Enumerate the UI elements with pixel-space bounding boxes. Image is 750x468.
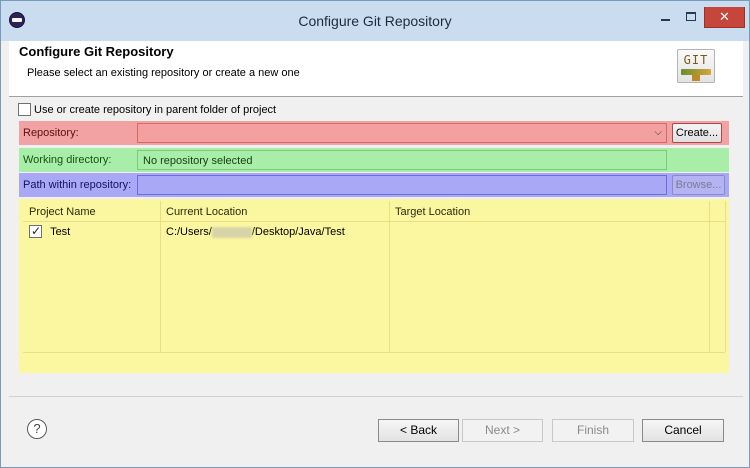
path-within-repository-input[interactable] [137,175,667,195]
project-checkbox[interactable] [29,224,42,238]
title-bar[interactable]: Configure Git Repository ✕ [1,1,749,41]
window-title: Configure Git Repository [298,13,452,29]
repository-label: Repository: [23,127,79,139]
path-within-repository-row: Path within repository: Browse... [19,173,729,197]
git-logo: GIT [677,49,715,83]
repository-combo[interactable]: ⌵ [137,123,667,143]
create-repository-button[interactable]: Create... [672,123,722,143]
back-button[interactable]: < Back [378,419,459,442]
parent-folder-option[interactable]: Use or create repository in parent folde… [18,103,276,116]
close-button[interactable]: ✕ [704,7,745,28]
current-location-cell: C:/Users/ /Desktop/Java/Test [166,226,345,238]
path-within-repository-label: Path within repository: [23,179,132,191]
column-divider [160,201,161,352]
working-directory-field: No repository selected [137,150,667,170]
finish-button[interactable]: Finish [552,419,634,442]
projects-table[interactable]: Project Name Current Location Target Loc… [19,199,729,373]
page-title: Configure Git Repository [19,44,174,59]
next-button[interactable]: Next > [462,419,543,442]
wizard-header: Configure Git Repository Please select a… [9,41,743,97]
parent-folder-label: Use or create repository in parent folde… [34,103,277,116]
footer-divider [9,396,743,397]
help-button[interactable]: ? [27,419,47,439]
project-name-cell: Test [29,224,71,238]
page-description: Please select an existing repository or … [27,67,300,79]
column-header-target-location[interactable]: Target Location [389,201,709,221]
table-bottom-divider [23,352,725,353]
working-directory-row: Working directory: No repository selecte… [19,148,729,172]
chevron-down-icon: ⌵ [654,127,662,138]
maximize-button[interactable] [678,7,704,28]
column-header-project-name[interactable]: Project Name [23,201,160,221]
column-divider [389,201,390,352]
project-name: Test [50,225,71,238]
column-divider [725,201,726,352]
cancel-button[interactable]: Cancel [642,419,724,442]
minimize-button[interactable] [652,7,678,28]
working-directory-label: Working directory: [23,154,112,166]
minimize-icon [660,19,670,21]
location-prefix: C:/Users/ [166,226,212,238]
git-logo-stem [692,75,700,81]
column-divider [709,201,710,352]
location-suffix: /Desktop/Java/Test [251,226,345,238]
repository-row: Repository: ⌵ Create... [19,121,729,145]
column-header-current-location[interactable]: Current Location [160,201,389,221]
redacted-username [211,226,252,238]
browse-button[interactable]: Browse... [672,175,725,195]
help-icon: ? [33,421,41,436]
parent-folder-checkbox[interactable] [18,103,31,116]
header-divider [23,221,725,222]
configure-git-dialog: Configure Git Repository ✕ Configure Git… [0,0,750,468]
close-icon: ✕ [719,9,730,24]
git-logo-text: GIT [683,53,709,67]
maximize-icon [686,12,696,21]
